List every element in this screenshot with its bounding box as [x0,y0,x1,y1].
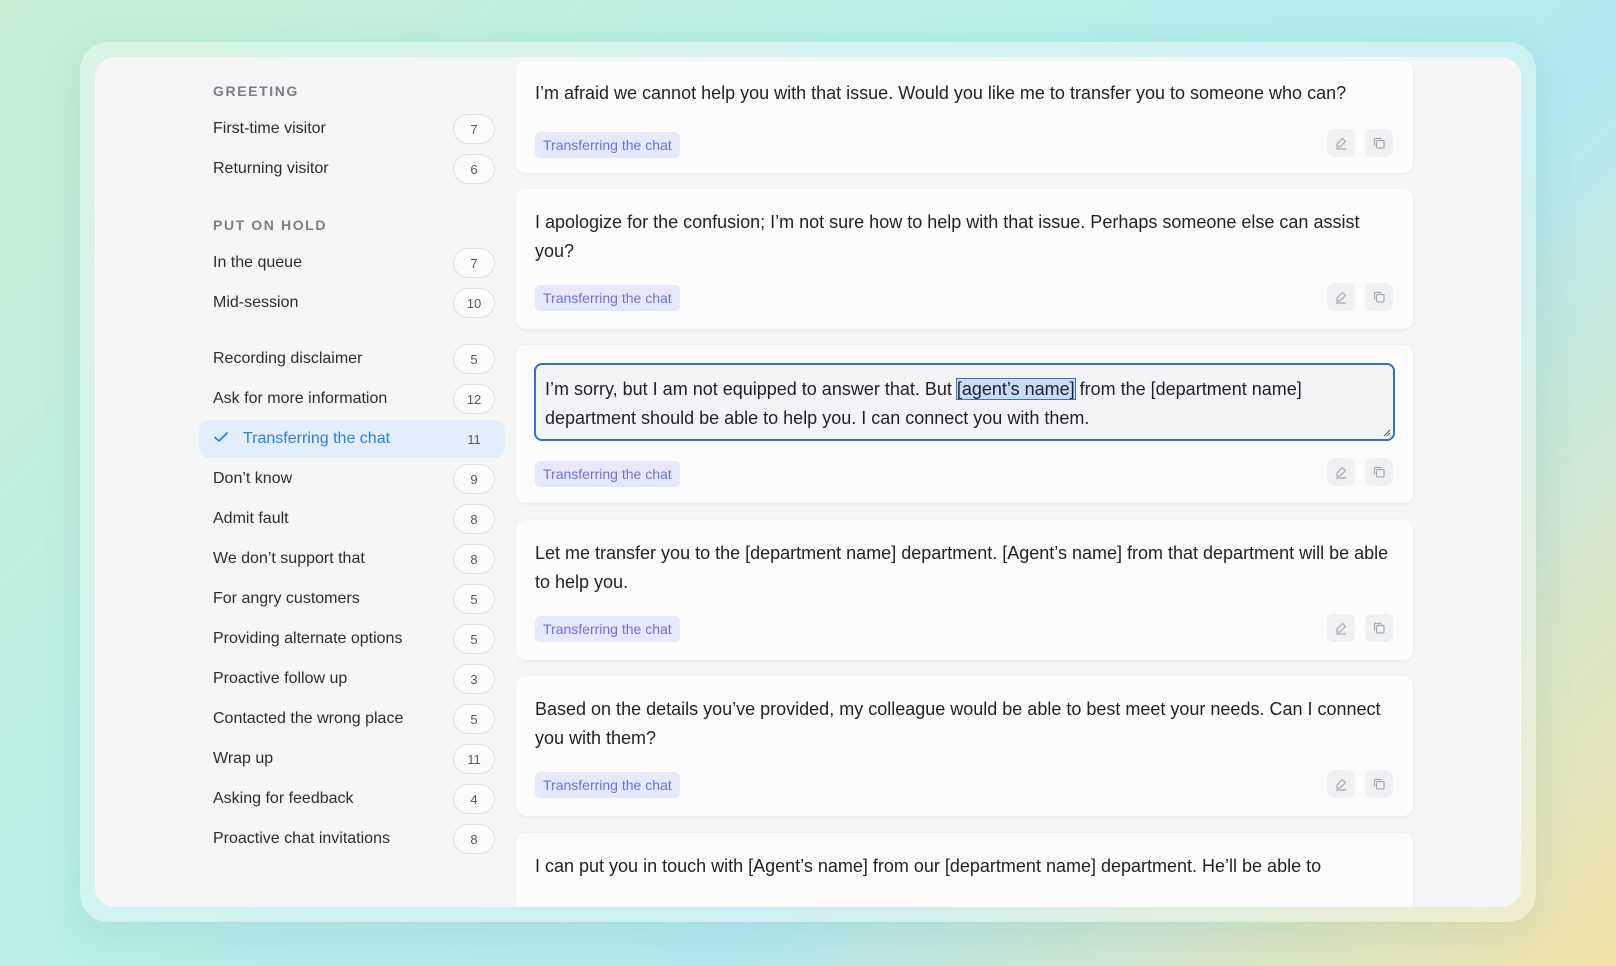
canned-responses-list: I’m afraid we cannot help you with that … [515,57,1521,907]
count-badge: 12 [453,384,495,414]
sidebar-item-proactive-chat-invitations[interactable]: Proactive chat invitations 8 [199,820,505,858]
sidebar-item-for-angry-customers[interactable]: For angry customers 5 [199,580,505,618]
response-card[interactable]: Let me transfer you to the [department n… [516,520,1413,660]
count-badge: 8 [453,504,495,534]
count-badge: 5 [453,344,495,374]
sidebar-item-label: Proactive follow up [213,670,348,687]
category-tag: Transferring the chat [535,132,680,158]
sidebar-item-mid-session[interactable]: Mid-session 10 [199,284,505,322]
sidebar-item-asking-for-feedback[interactable]: Asking for feedback 4 [199,780,505,818]
sidebar-item-in-the-queue[interactable]: In the queue 7 [199,244,505,282]
sidebar-item-label: Mid-session [213,294,299,311]
section-title-put-on-hold: PUT ON HOLD [213,217,328,233]
count-badge: 8 [453,544,495,574]
count-badge: 5 [453,704,495,734]
copy-icon[interactable] [1365,458,1393,486]
sidebar-item-proactive-follow-up[interactable]: Proactive follow up 3 [199,660,505,698]
section-title-greeting: GREETING [213,83,299,99]
sidebar-item-label: In the queue [213,254,302,271]
response-card-editing[interactable]: I’m sorry, but I am not equipped to answ… [516,345,1413,503]
count-badge: 10 [453,288,495,318]
sidebar-item-wrap-up[interactable]: Wrap up 11 [199,740,505,778]
sidebar-item-label: Returning visitor [213,160,329,177]
count-badge: 5 [453,584,495,614]
canned-responses-window: GREETING First-time visitor 7 Returning … [95,57,1521,907]
category-tag: Transferring the chat [535,285,680,311]
edit-icon[interactable] [1327,129,1355,157]
sidebar-item-label: Asking for feedback [213,790,354,807]
copy-icon[interactable] [1365,283,1393,311]
sidebar-item-first-time-visitor[interactable]: First-time visitor 7 [199,110,505,148]
check-icon [213,429,243,450]
sidebar-item-label: Contacted the wrong place [213,710,404,727]
sidebar-item-label: Transferring the chat [243,430,391,447]
response-card[interactable]: I can put you in touch with [Agent’s nam… [516,833,1413,907]
sidebar-item-label: Recording disclaimer [213,350,363,367]
response-card[interactable]: Based on the details you’ve provided, my… [516,676,1413,816]
count-badge: 7 [453,114,495,144]
sidebar-item-recording-disclaimer[interactable]: Recording disclaimer 5 [199,340,505,378]
sidebar-item-providing-alternate-options[interactable]: Providing alternate options 5 [199,620,505,658]
category-tag: Transferring the chat [535,772,680,798]
count-badge: 5 [453,624,495,654]
resize-handle-icon[interactable] [1382,428,1391,437]
count-badge: 4 [453,784,495,814]
response-text: I’m afraid we cannot help you with that … [535,83,1347,103]
count-badge: 8 [453,824,495,854]
category-sidebar: GREETING First-time visitor 7 Returning … [95,57,515,907]
copy-icon[interactable] [1365,614,1393,642]
selected-text: [agent’s name] [955,378,1076,400]
copy-icon[interactable] [1365,129,1393,157]
sidebar-item-label: Proactive chat invitations [213,830,390,847]
edit-icon[interactable] [1327,458,1355,486]
sidebar-item-label: Wrap up [213,750,274,767]
sidebar-item-returning-visitor[interactable]: Returning visitor 6 [199,150,505,188]
category-tag: Transferring the chat [535,616,680,642]
count-badge: 9 [453,464,495,494]
category-tag: Transferring the chat [535,461,680,487]
sidebar-item-contacted-the-wrong-place[interactable]: Contacted the wrong place 5 [199,700,505,738]
count-badge: 6 [453,154,495,184]
count-badge: 7 [453,248,495,278]
response-text: I can put you in touch with [Agent’s nam… [535,856,1322,876]
sidebar-item-we-dont-support-that[interactable]: We don’t support that 8 [199,540,505,578]
response-card[interactable]: I’m afraid we cannot help you with that … [516,61,1413,173]
sidebar-item-ask-for-more-information[interactable]: Ask for more information 12 [199,380,505,418]
response-card[interactable]: I apologize for the confusion; I’m not s… [516,189,1413,329]
count-badge: 11 [467,431,481,447]
sidebar-item-label: Admit fault [213,510,289,527]
sidebar-item-transferring-the-chat[interactable]: Transferring the chat 11 [199,420,505,458]
edit-icon[interactable] [1327,770,1355,798]
sidebar-item-label: For angry customers [213,590,360,607]
sidebar-item-label: Ask for more information [213,390,388,407]
count-badge: 3 [453,664,495,694]
sidebar-item-label: First-time visitor [213,120,326,137]
sidebar-item-label: Don’t know [213,470,293,487]
response-text-editor[interactable]: I’m sorry, but I am not equipped to answ… [534,363,1395,441]
copy-icon[interactable] [1365,770,1393,798]
sidebar-item-admit-fault[interactable]: Admit fault 8 [199,500,505,538]
sidebar-item-dont-know[interactable]: Don’t know 9 [199,460,505,498]
response-text: I apologize for the confusion; I’m not s… [535,212,1360,261]
count-badge: 11 [453,744,495,774]
edit-icon[interactable] [1327,614,1355,642]
sidebar-item-label: We don’t support that [213,550,365,567]
sidebar-item-label: Providing alternate options [213,630,403,647]
response-text: Let me transfer you to the [department n… [535,543,1389,592]
edit-icon[interactable] [1327,283,1355,311]
response-text: Based on the details you’ve provided, my… [535,699,1381,748]
